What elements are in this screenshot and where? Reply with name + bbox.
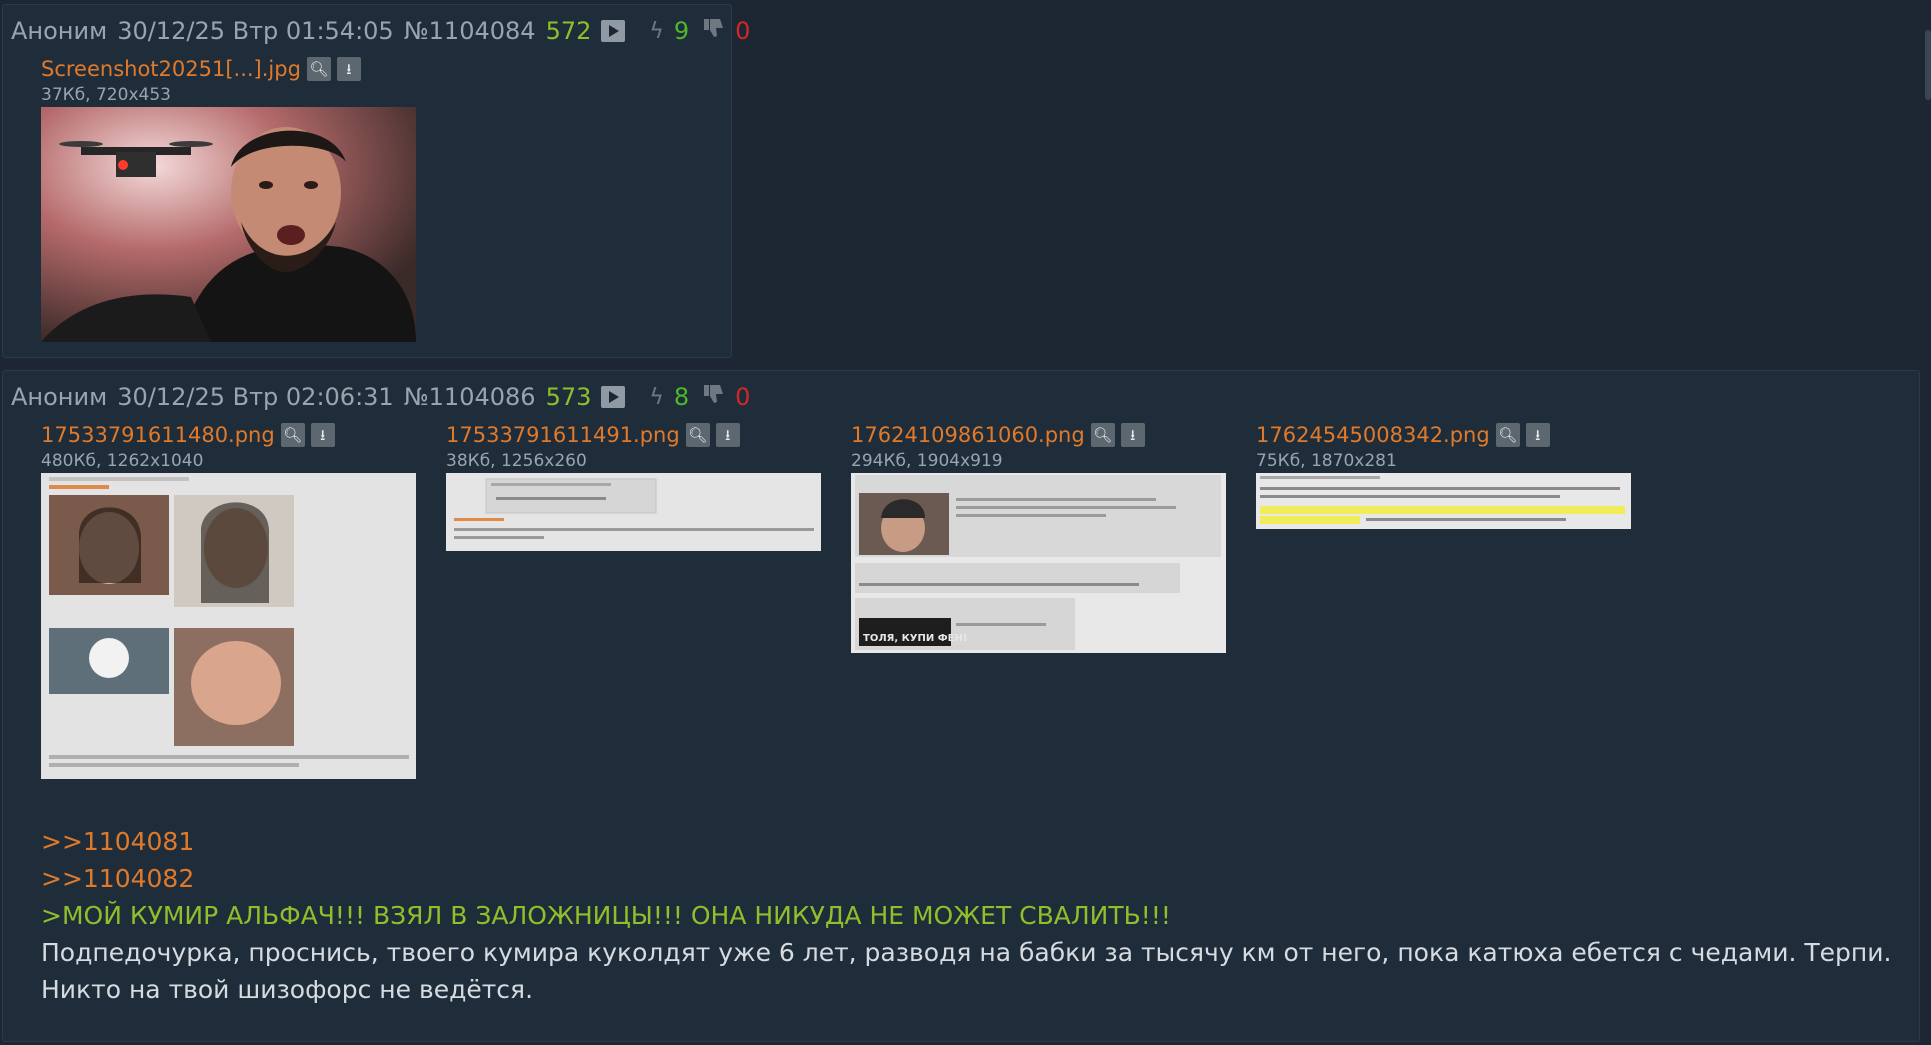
file-name-link[interactable]: 17533791611491.png	[446, 423, 680, 447]
bolt-icon[interactable]: ϟ	[649, 385, 664, 410]
file-meta: 480Кб, 1262x1040	[41, 451, 204, 471]
dislike-count: 0	[735, 383, 751, 411]
download-icon[interactable]: ⭳	[336, 57, 361, 81]
reply-link[interactable]: >>1104082	[41, 860, 1901, 897]
thumbs-down-icon[interactable]	[703, 383, 725, 411]
post-header: Аноним 30/12/25 Втр 01:54:05 №1104084 57…	[11, 15, 760, 47]
file-attachment: Screenshot20251[...].jpg 🔍︎ ⭳ 37Кб, 720x…	[41, 55, 416, 342]
reply-link[interactable]: >>1104081	[41, 823, 1901, 860]
file-attachment: 17533791611491.png 🔍︎ ⭳ 38Кб, 1256x260	[446, 421, 821, 551]
download-icon[interactable]: ⭳	[310, 423, 335, 447]
like-count: 9	[673, 17, 690, 45]
magnifier-icon[interactable]: 🔍︎	[1495, 423, 1520, 447]
file-meta: 37Кб, 720x453	[41, 85, 171, 105]
file-name-link[interactable]: Screenshot20251[...].jpg	[41, 57, 301, 81]
file-attachment: 17533791611480.png 🔍︎ ⭳ 480Кб, 1262x1040	[41, 421, 416, 779]
thumbnail-image[interactable]	[41, 107, 416, 342]
thumbnail-image[interactable]: ТОЛЯ, КУПИ ФЕН!	[851, 473, 1226, 653]
post-author: Аноним	[11, 17, 108, 45]
post-number[interactable]: №1104084	[404, 17, 536, 45]
post-ordinal: 572	[545, 17, 592, 45]
magnifier-icon[interactable]: 🔍︎	[280, 423, 305, 447]
file-meta: 75Кб, 1870x281	[1256, 451, 1397, 471]
thumbs-down-icon[interactable]	[703, 17, 725, 45]
svg-text:ТОЛЯ, КУПИ ФЕН!: ТОЛЯ, КУПИ ФЕН!	[863, 633, 967, 644]
magnifier-icon[interactable]: 🔍︎	[685, 423, 710, 447]
download-icon[interactable]: ⭳	[1120, 423, 1145, 447]
comment-text: Подпедочурка, проснись, твоего кумира ку…	[41, 938, 1892, 967]
play-icon[interactable]	[601, 20, 626, 42]
post-1104086: Аноним 30/12/25 Втр 02:06:31 №1104086 57…	[2, 370, 1920, 1042]
thumbnail-image[interactable]	[41, 473, 416, 779]
post-date: 30/12/25 Втр 02:06:31	[117, 383, 394, 411]
magnifier-icon[interactable]: 🔍︎	[1090, 423, 1115, 447]
bolt-icon[interactable]: ϟ	[649, 19, 664, 44]
file-attachment: 17624109861060.png 🔍︎ ⭳ 294Кб, 1904x919 …	[851, 421, 1226, 653]
file-meta: 38Кб, 1256x260	[446, 451, 587, 471]
like-count: 8	[673, 383, 690, 411]
play-icon[interactable]	[601, 386, 626, 408]
greentext-quote: >МОЙ КУМИР АЛЬФАЧ!!! ВЗЯЛ В ЗАЛОЖНИЦЫ!!!…	[41, 901, 1171, 930]
post-ordinal: 573	[545, 383, 592, 411]
file-name-link[interactable]: 17624109861060.png	[851, 423, 1085, 447]
post-1104084: Аноним 30/12/25 Втр 01:54:05 №1104084 57…	[2, 4, 750, 358]
download-icon[interactable]: ⭳	[715, 423, 740, 447]
scrollbar-thumb[interactable]	[1925, 30, 1931, 100]
thumbnail-image[interactable]	[1256, 473, 1631, 529]
magnifier-icon[interactable]: 🔍︎	[306, 57, 331, 81]
post-date: 30/12/25 Втр 01:54:05	[117, 17, 394, 45]
file-attachment: 17624545008342.png 🔍︎ ⭳ 75Кб, 1870x281	[1256, 421, 1631, 529]
dislike-count: 0	[735, 17, 751, 45]
comment-text: Никто на твой шизофорс не ведётся.	[41, 975, 534, 1004]
post-header: Аноним 30/12/25 Втр 02:06:31 №1104086 57…	[11, 381, 760, 413]
post-author: Аноним	[11, 383, 108, 411]
file-name-link[interactable]: 17533791611480.png	[41, 423, 275, 447]
thumbnail-image[interactable]	[446, 473, 821, 551]
download-icon[interactable]: ⭳	[1525, 423, 1550, 447]
post-number[interactable]: №1104086	[404, 383, 536, 411]
file-meta: 294Кб, 1904x919	[851, 451, 1003, 471]
post-comment: >>1104081 >>1104082 >МОЙ КУМИР АЛЬФАЧ!!!…	[41, 823, 1901, 1008]
file-name-link[interactable]: 17624545008342.png	[1256, 423, 1490, 447]
